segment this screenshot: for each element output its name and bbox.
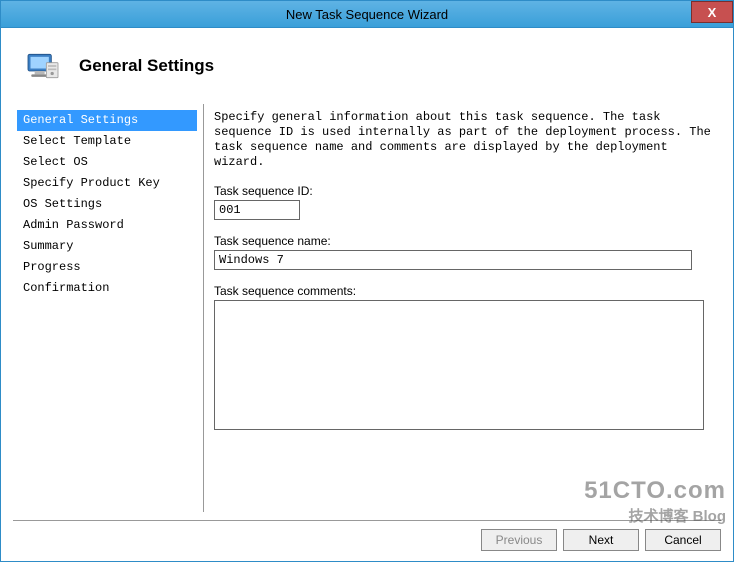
main-panel: Specify general information about this t… bbox=[214, 104, 721, 512]
computer-icon bbox=[23, 46, 63, 86]
cancel-button[interactable]: Cancel bbox=[645, 529, 721, 551]
task-sequence-comments-label: Task sequence comments: bbox=[214, 284, 715, 298]
sidebar-item-confirmation[interactable]: Confirmation bbox=[17, 278, 197, 299]
sidebar: General Settings Select Template Select … bbox=[13, 104, 203, 512]
sidebar-item-os-settings[interactable]: OS Settings bbox=[17, 194, 197, 215]
window-title: New Task Sequence Wizard bbox=[286, 7, 448, 22]
sidebar-item-specify-product-key[interactable]: Specify Product Key bbox=[17, 173, 197, 194]
sidebar-item-admin-password[interactable]: Admin Password bbox=[17, 215, 197, 236]
task-sequence-comments-input[interactable] bbox=[214, 300, 704, 430]
description-text: Specify general information about this t… bbox=[214, 110, 715, 170]
sidebar-item-select-os[interactable]: Select OS bbox=[17, 152, 197, 173]
task-sequence-id-label: Task sequence ID: bbox=[214, 184, 715, 198]
task-sequence-name-input[interactable] bbox=[214, 250, 692, 270]
sidebar-item-summary[interactable]: Summary bbox=[17, 236, 197, 257]
header: General Settings bbox=[13, 42, 721, 104]
close-icon: X bbox=[708, 5, 717, 20]
sidebar-item-general-settings[interactable]: General Settings bbox=[17, 110, 197, 131]
next-button[interactable]: Next bbox=[563, 529, 639, 551]
previous-button[interactable]: Previous bbox=[481, 529, 557, 551]
window-body: General Settings General Settings Select… bbox=[0, 28, 734, 562]
sidebar-item-progress[interactable]: Progress bbox=[17, 257, 197, 278]
titlebar: New Task Sequence Wizard X bbox=[0, 0, 734, 28]
task-sequence-id-input[interactable] bbox=[214, 200, 300, 220]
content: General Settings Select Template Select … bbox=[13, 104, 721, 512]
divider bbox=[203, 104, 204, 512]
close-button[interactable]: X bbox=[691, 1, 733, 23]
footer: Previous Next Cancel bbox=[13, 520, 721, 551]
task-sequence-name-label: Task sequence name: bbox=[214, 234, 715, 248]
page-title: General Settings bbox=[79, 56, 214, 76]
sidebar-item-select-template[interactable]: Select Template bbox=[17, 131, 197, 152]
